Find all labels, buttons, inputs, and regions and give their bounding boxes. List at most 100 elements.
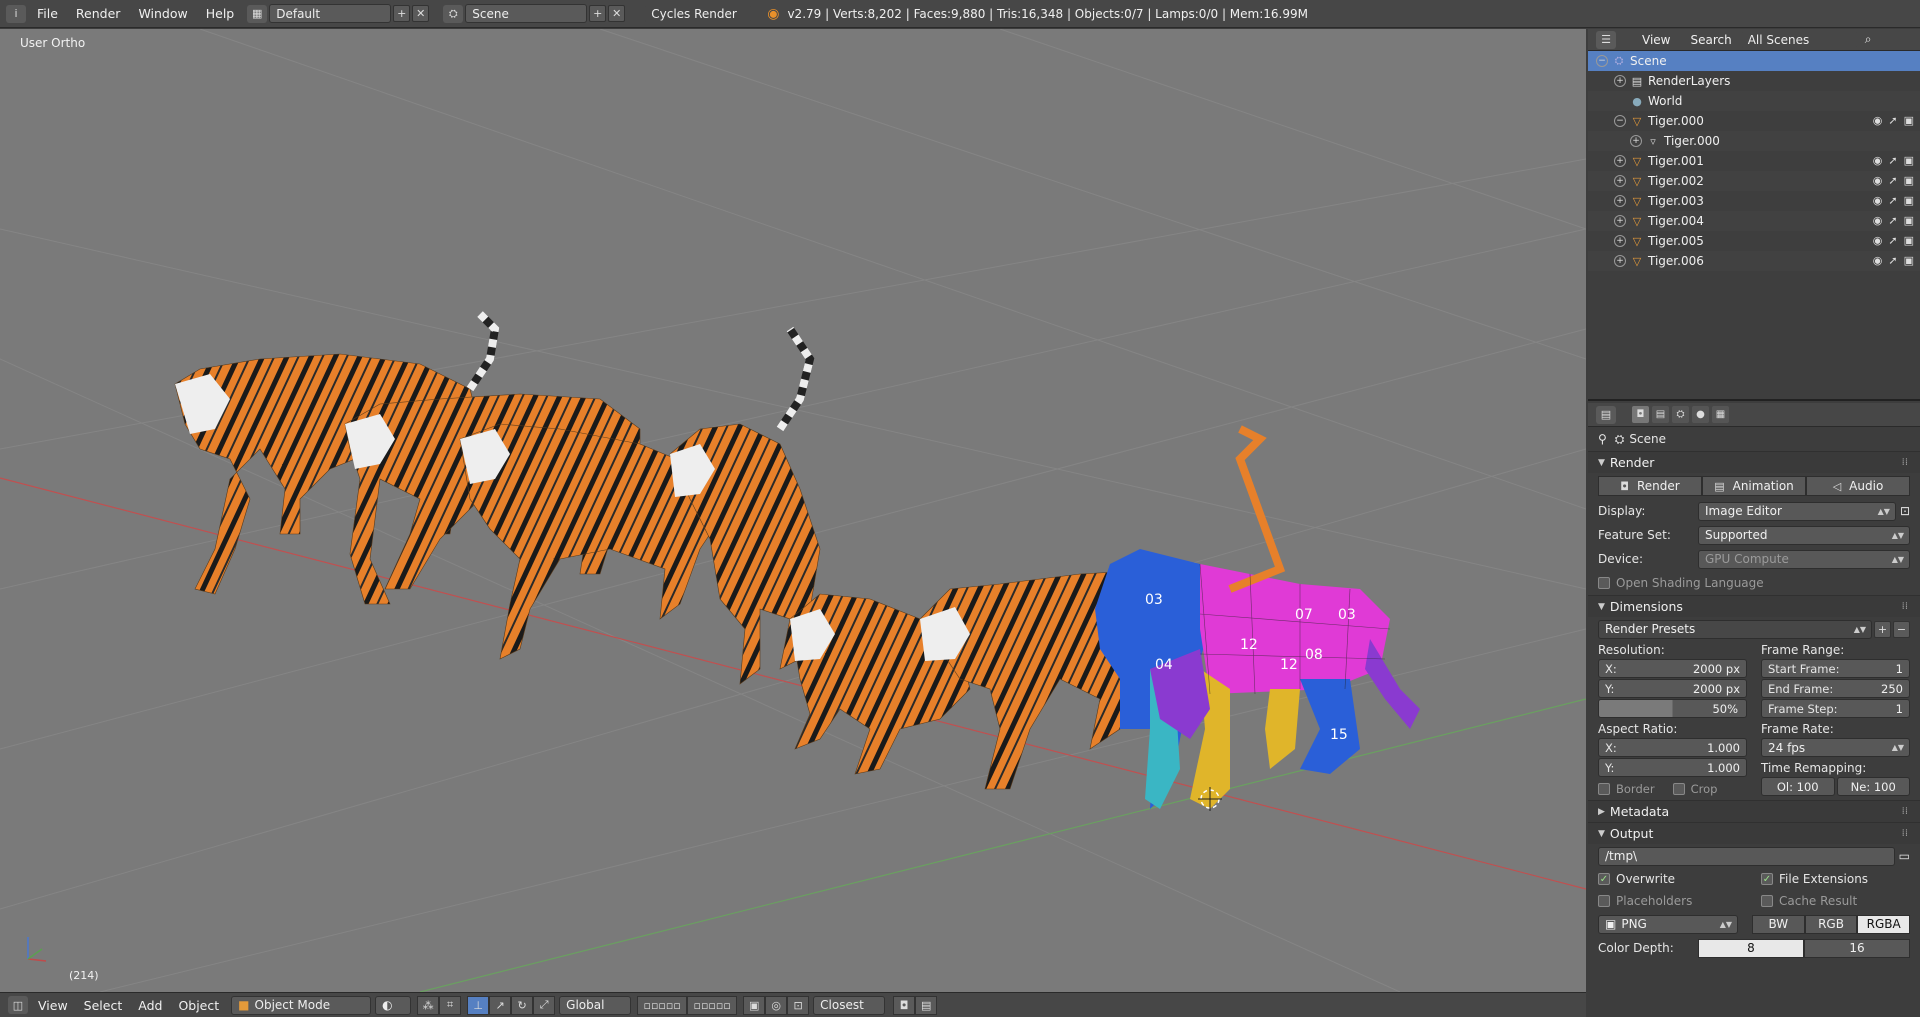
eye-icon[interactable]: ◉ — [1873, 254, 1883, 267]
camera-icon[interactable]: ▣ — [1904, 254, 1914, 267]
fullscreen-icon[interactable]: ⊡ — [1900, 504, 1910, 518]
outliner-row-world[interactable]: ● World — [1588, 91, 1920, 111]
start-frame-field[interactable]: Start Frame: 1 — [1761, 659, 1910, 678]
outliner-row-tiger-005[interactable]: + ▽ Tiger.005 ◉ ➚ ▣ — [1588, 231, 1920, 251]
expand-icon[interactable]: + — [1614, 75, 1626, 87]
menu-render[interactable]: Render — [67, 6, 130, 21]
render-engine-select[interactable]: Cycles Render — [645, 4, 752, 23]
snap-icon[interactable]: ⊡ — [787, 995, 810, 1015]
drag-grip-icon[interactable]: ⁞⁞ — [1902, 601, 1908, 612]
remove-preset-button[interactable]: − — [1893, 620, 1910, 638]
expand-icon[interactable]: + — [1614, 195, 1626, 207]
aspect-y-field[interactable]: Y: 1.000 — [1598, 758, 1747, 777]
cache-result-checkbox[interactable] — [1761, 895, 1773, 907]
bw-button[interactable]: BW — [1752, 914, 1805, 934]
eye-icon[interactable]: ◉ — [1873, 154, 1883, 167]
menu-help[interactable]: Help — [197, 6, 244, 21]
outliner-row-tiger-001[interactable]: + ▽ Tiger.001 ◉ ➚ ▣ — [1588, 151, 1920, 171]
rotate-icon[interactable]: ↻ — [511, 995, 534, 1015]
cursor-icon[interactable]: ➚ — [1888, 214, 1897, 227]
snap-target-select[interactable]: Closest — [813, 995, 886, 1015]
proportional-edit-icon[interactable]: ◎ — [765, 995, 788, 1015]
depth-16-button[interactable]: 16 — [1804, 938, 1910, 958]
osl-checkbox[interactable] — [1598, 577, 1610, 589]
eye-icon[interactable]: ◉ — [1873, 194, 1883, 207]
mode-select[interactable]: ■ Object Mode — [231, 995, 372, 1015]
animation-button[interactable]: ▤ Animation — [1702, 476, 1806, 496]
remove-scene-button[interactable]: ✕ — [608, 5, 626, 22]
display-select[interactable]: Image Editor ▲▼ — [1698, 501, 1896, 521]
camera-icon[interactable]: ▣ — [1904, 114, 1914, 127]
depth-8-button[interactable]: 8 — [1698, 938, 1804, 958]
outliner[interactable]: ☰ View Search All Scenes ⌕ − ⛭ Scene + ▤… — [1588, 29, 1920, 401]
resolution-x-field[interactable]: X: 2000 px — [1598, 659, 1747, 678]
camera-icon[interactable]: ▣ — [1904, 234, 1914, 247]
outliner-row-tiger-000-mesh[interactable]: + ▿ Tiger.000 — [1588, 131, 1920, 151]
expand-icon[interactable]: + — [1630, 135, 1642, 147]
cursor-icon[interactable]: ➚ — [1888, 174, 1897, 187]
menu-view[interactable]: View — [30, 998, 76, 1013]
search-icon[interactable]: ⌕ — [1865, 32, 1872, 47]
world-tab-icon[interactable]: ● — [1692, 406, 1709, 423]
rgb-button[interactable]: RGB — [1804, 914, 1858, 934]
camera-icon[interactable]: ▣ — [1904, 214, 1914, 227]
resolution-y-field[interactable]: Y: 2000 px — [1598, 679, 1747, 698]
outliner-row-renderlayers[interactable]: + ▤ RenderLayers — [1588, 71, 1920, 91]
border-checkbox[interactable] — [1598, 783, 1610, 795]
menu-file[interactable]: File — [28, 6, 67, 21]
scene-tab-icon[interactable]: ⛭ — [1672, 406, 1689, 423]
outliner-row-tiger-003[interactable]: + ▽ Tiger.003 ◉ ➚ ▣ — [1588, 191, 1920, 211]
render-panel-header[interactable]: ▼ Render ⁞⁞ — [1588, 451, 1920, 473]
frame-step-field[interactable]: Frame Step: 1 — [1761, 699, 1910, 718]
expand-icon[interactable]: + — [1614, 255, 1626, 267]
orientation-select[interactable]: Global — [559, 995, 632, 1015]
scale-icon[interactable]: ⤢ — [533, 995, 556, 1015]
render-layer-icon[interactable]: ▣ — [743, 995, 766, 1015]
device-select[interactable]: GPU Compute ▲▼ — [1698, 549, 1910, 569]
translate-icon[interactable]: ↗ — [489, 995, 512, 1015]
output-path-field[interactable]: /tmp\ — [1598, 846, 1895, 866]
render-still-icon[interactable]: ◘ — [893, 995, 916, 1015]
camera-icon[interactable]: ▣ — [1904, 194, 1914, 207]
layout-field[interactable]: Default — [269, 4, 392, 23]
properties-editor[interactable]: ▤ ◘ ▤ ⛭ ● ▦ ⚲ ⛭ Scene ▼ Render ⁞⁞ ◘ Render … — [1588, 403, 1920, 1017]
outliner-filter-select[interactable]: All Scenes — [1741, 30, 1857, 49]
add-scene-button[interactable]: + — [589, 5, 607, 22]
camera-icon[interactable]: ▣ — [1904, 174, 1914, 187]
metadata-panel-header[interactable]: ▶ Metadata ⁞⁞ — [1588, 800, 1920, 822]
drag-grip-icon[interactable]: ⁞⁞ — [1902, 828, 1908, 839]
layers-grid-icon[interactable]: ▫▫▫▫▫ — [637, 995, 688, 1015]
outliner-icon[interactable]: ☰ — [1596, 30, 1616, 49]
menu-add[interactable]: Add — [130, 998, 170, 1013]
tiger-006-uv-textured[interactable] — [1095, 425, 1420, 809]
menu-select[interactable]: Select — [76, 998, 131, 1013]
editor-type-icon[interactable]: ◫ — [8, 996, 28, 1014]
pin-icon[interactable]: ⚲ — [1598, 432, 1607, 446]
scene-field[interactable]: Scene — [465, 4, 588, 23]
drag-grip-icon[interactable]: ⁞⁞ — [1902, 457, 1908, 468]
audio-button[interactable]: ◁ Audio — [1806, 476, 1910, 496]
outliner-row-tiger-006[interactable]: + ▽ Tiger.006 ◉ ➚ ▣ — [1588, 251, 1920, 271]
eye-icon[interactable]: ◉ — [1873, 174, 1883, 187]
render-presets-select[interactable]: Render Presets ▲▼ — [1598, 619, 1872, 639]
file-format-select[interactable]: ▣ PNG ▲▼ — [1598, 914, 1738, 934]
crop-checkbox[interactable] — [1672, 783, 1685, 795]
render-layers-tab-icon[interactable]: ▤ — [1652, 406, 1669, 423]
cursor-icon[interactable]: ➚ — [1888, 254, 1897, 267]
properties-editor-icon[interactable]: ▤ — [1596, 405, 1616, 424]
menu-object[interactable]: Object — [170, 998, 227, 1013]
resolution-percentage-slider[interactable]: 50% — [1598, 699, 1747, 718]
eye-icon[interactable]: ◉ — [1873, 234, 1883, 247]
outliner-row-tiger-000[interactable]: − ▽ Tiger.000 ◉ ➚ ▣ — [1588, 111, 1920, 131]
cursor-icon[interactable]: ➚ — [1888, 114, 1897, 127]
shading-select[interactable]: ◐ — [375, 995, 412, 1015]
drag-grip-icon[interactable]: ⁞⁞ — [1902, 806, 1908, 817]
file-extensions-checkbox[interactable]: ✓ — [1761, 873, 1773, 885]
info-editor-icon[interactable]: i — [6, 4, 26, 23]
collapse-icon[interactable]: − — [1614, 115, 1626, 127]
expand-icon[interactable]: + — [1614, 235, 1626, 247]
render-button[interactable]: ◘ Render — [1598, 476, 1702, 496]
dimensions-panel-header[interactable]: ▼ Dimensions ⁞⁞ — [1588, 595, 1920, 617]
camera-icon[interactable]: ▣ — [1904, 154, 1914, 167]
expand-icon[interactable]: + — [1614, 215, 1626, 227]
